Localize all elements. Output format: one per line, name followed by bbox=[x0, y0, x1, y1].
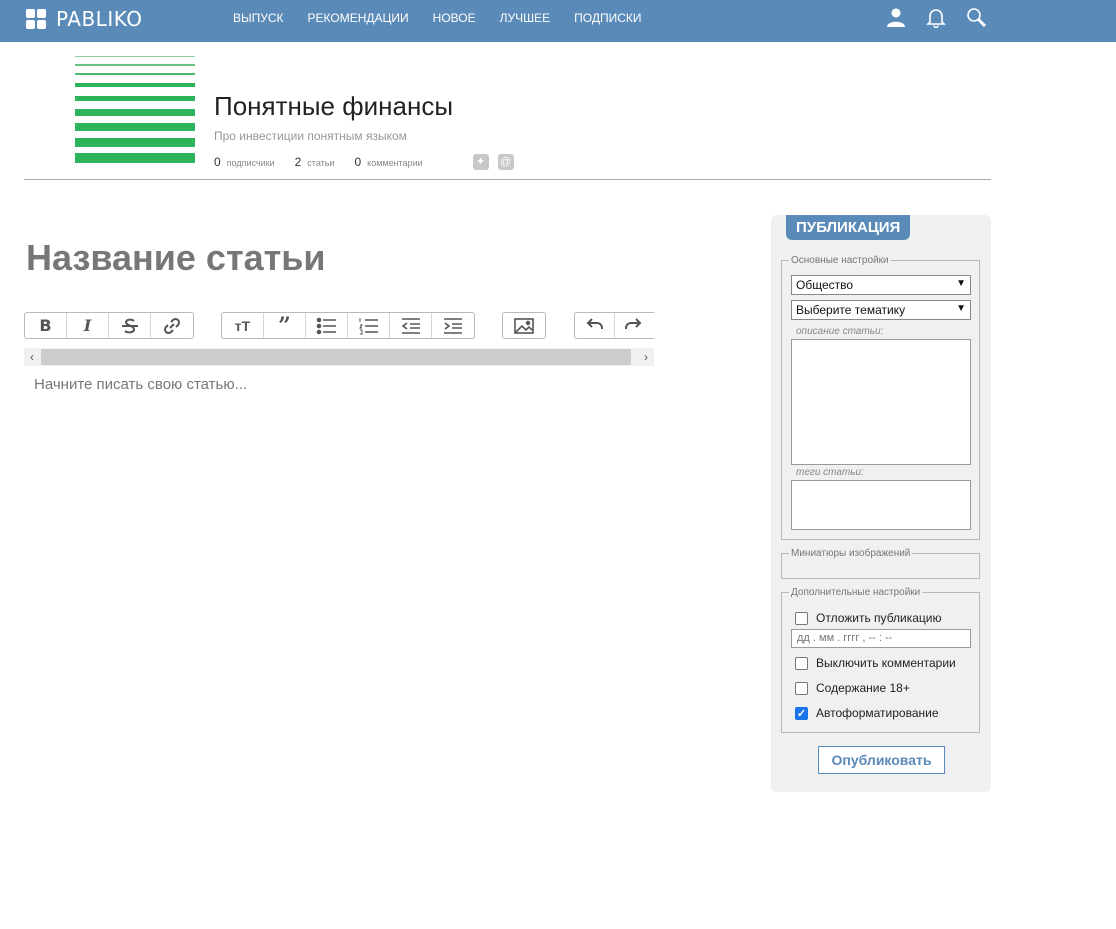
article-body-editor[interactable]: Начните писать свою статью... bbox=[34, 376, 247, 393]
nav-issue[interactable]: ВЫПУСК bbox=[233, 11, 284, 25]
nav-subscriptions[interactable]: ПОДПИСКИ bbox=[574, 11, 641, 25]
publish-datetime-input[interactable]: дд . мм . гггг , -- : -- bbox=[791, 629, 971, 648]
outdent-icon[interactable] bbox=[390, 313, 432, 338]
nav-new[interactable]: НОВОЕ bbox=[433, 11, 476, 25]
bulleted-list-icon[interactable] bbox=[306, 313, 348, 338]
channel-title[interactable]: Понятные финансы bbox=[214, 91, 453, 122]
nav-best[interactable]: ЛУЧШЕЕ bbox=[500, 11, 551, 25]
disable-comments-checkbox[interactable] bbox=[795, 656, 808, 670]
site-name: PABLIKO bbox=[56, 7, 143, 31]
tags-textarea[interactable] bbox=[791, 480, 971, 530]
chevron-down-icon: ▼ bbox=[956, 278, 966, 289]
top-bar: PABLIKO ВЫПУСК РЕКОМЕНДАЦИИ НОВОЕ ЛУЧШЕЕ… bbox=[0, 0, 1116, 42]
stat-subscribers[interactable]: 0 подписчики bbox=[214, 155, 275, 169]
image-thumbnails: Миниатюры изображений bbox=[781, 548, 980, 579]
channel-description: Про инвестиции понятным языком bbox=[214, 129, 407, 143]
link-icon[interactable] bbox=[151, 313, 193, 338]
site-logo[interactable]: PABLIKO bbox=[26, 7, 143, 31]
main-nav: ВЫПУСК РЕКОМЕНДАЦИИ НОВОЕ ЛУЧШЕЕ ПОДПИСК… bbox=[233, 11, 641, 25]
scrollbar-thumb[interactable] bbox=[41, 349, 631, 365]
redo-icon[interactable] bbox=[615, 313, 654, 338]
postpone-checkbox[interactable] bbox=[795, 611, 808, 625]
indent-icon[interactable] bbox=[432, 313, 474, 338]
undo-icon[interactable] bbox=[575, 313, 615, 338]
publish-button[interactable]: Опубликовать bbox=[818, 746, 945, 774]
adult-content-option[interactable]: Содержание 18+ bbox=[795, 681, 910, 695]
autoformat-checkbox[interactable]: ✓ bbox=[795, 706, 808, 720]
toolbar-scrollbar[interactable]: ‹ › bbox=[24, 348, 654, 366]
italic-icon[interactable]: I bbox=[67, 313, 109, 338]
heading-icon[interactable]: тT bbox=[222, 313, 264, 338]
adult-content-checkbox[interactable] bbox=[795, 681, 808, 695]
stat-comments[interactable]: 0 комментарии bbox=[354, 155, 422, 169]
channel-logo bbox=[75, 56, 195, 163]
category-select[interactable]: Общество ▼ bbox=[791, 275, 971, 295]
at-icon[interactable]: @ bbox=[497, 154, 514, 170]
postpone-option[interactable]: Отложить публикацию bbox=[795, 611, 942, 625]
panel-header: ПУБЛИКАЦИЯ bbox=[786, 215, 911, 240]
header-divider bbox=[24, 179, 991, 180]
disable-comments-option[interactable]: Выключить комментарии bbox=[795, 656, 956, 670]
scroll-right-icon[interactable]: › bbox=[638, 348, 654, 366]
sparkle-icon[interactable]: ✦ bbox=[472, 154, 489, 170]
description-textarea[interactable] bbox=[791, 339, 971, 465]
bold-icon[interactable]: B bbox=[25, 313, 67, 338]
topic-select[interactable]: Выберите тематику ▼ bbox=[791, 300, 971, 320]
scroll-left-icon[interactable]: ‹ bbox=[24, 348, 40, 366]
user-icon[interactable] bbox=[885, 6, 907, 33]
autoformat-option[interactable]: ✓ Автоформатирование bbox=[795, 706, 939, 720]
image-icon[interactable] bbox=[503, 313, 545, 338]
channel-stats: 0 подписчики 2 статьи 0 комментарии ✦ @ bbox=[214, 154, 514, 170]
strikethrough-icon[interactable] bbox=[109, 313, 151, 338]
quote-icon[interactable]: ” bbox=[264, 313, 306, 339]
stat-articles[interactable]: 2 статьи bbox=[295, 155, 335, 169]
nav-recommendations[interactable]: РЕКОМЕНДАЦИИ bbox=[308, 11, 409, 25]
logo-grid-icon bbox=[26, 9, 46, 29]
bell-icon[interactable] bbox=[925, 6, 947, 33]
numbered-list-icon[interactable] bbox=[348, 313, 390, 338]
tags-label: теги статьи: bbox=[796, 467, 864, 478]
article-title-input[interactable]: Название статьи bbox=[26, 237, 326, 279]
description-label: описание статьи: bbox=[796, 326, 884, 337]
search-icon[interactable] bbox=[965, 6, 987, 33]
publication-panel: ПУБЛИКАЦИЯ Основные настройки Общество ▼ … bbox=[771, 215, 991, 792]
chevron-down-icon: ▼ bbox=[956, 303, 966, 314]
